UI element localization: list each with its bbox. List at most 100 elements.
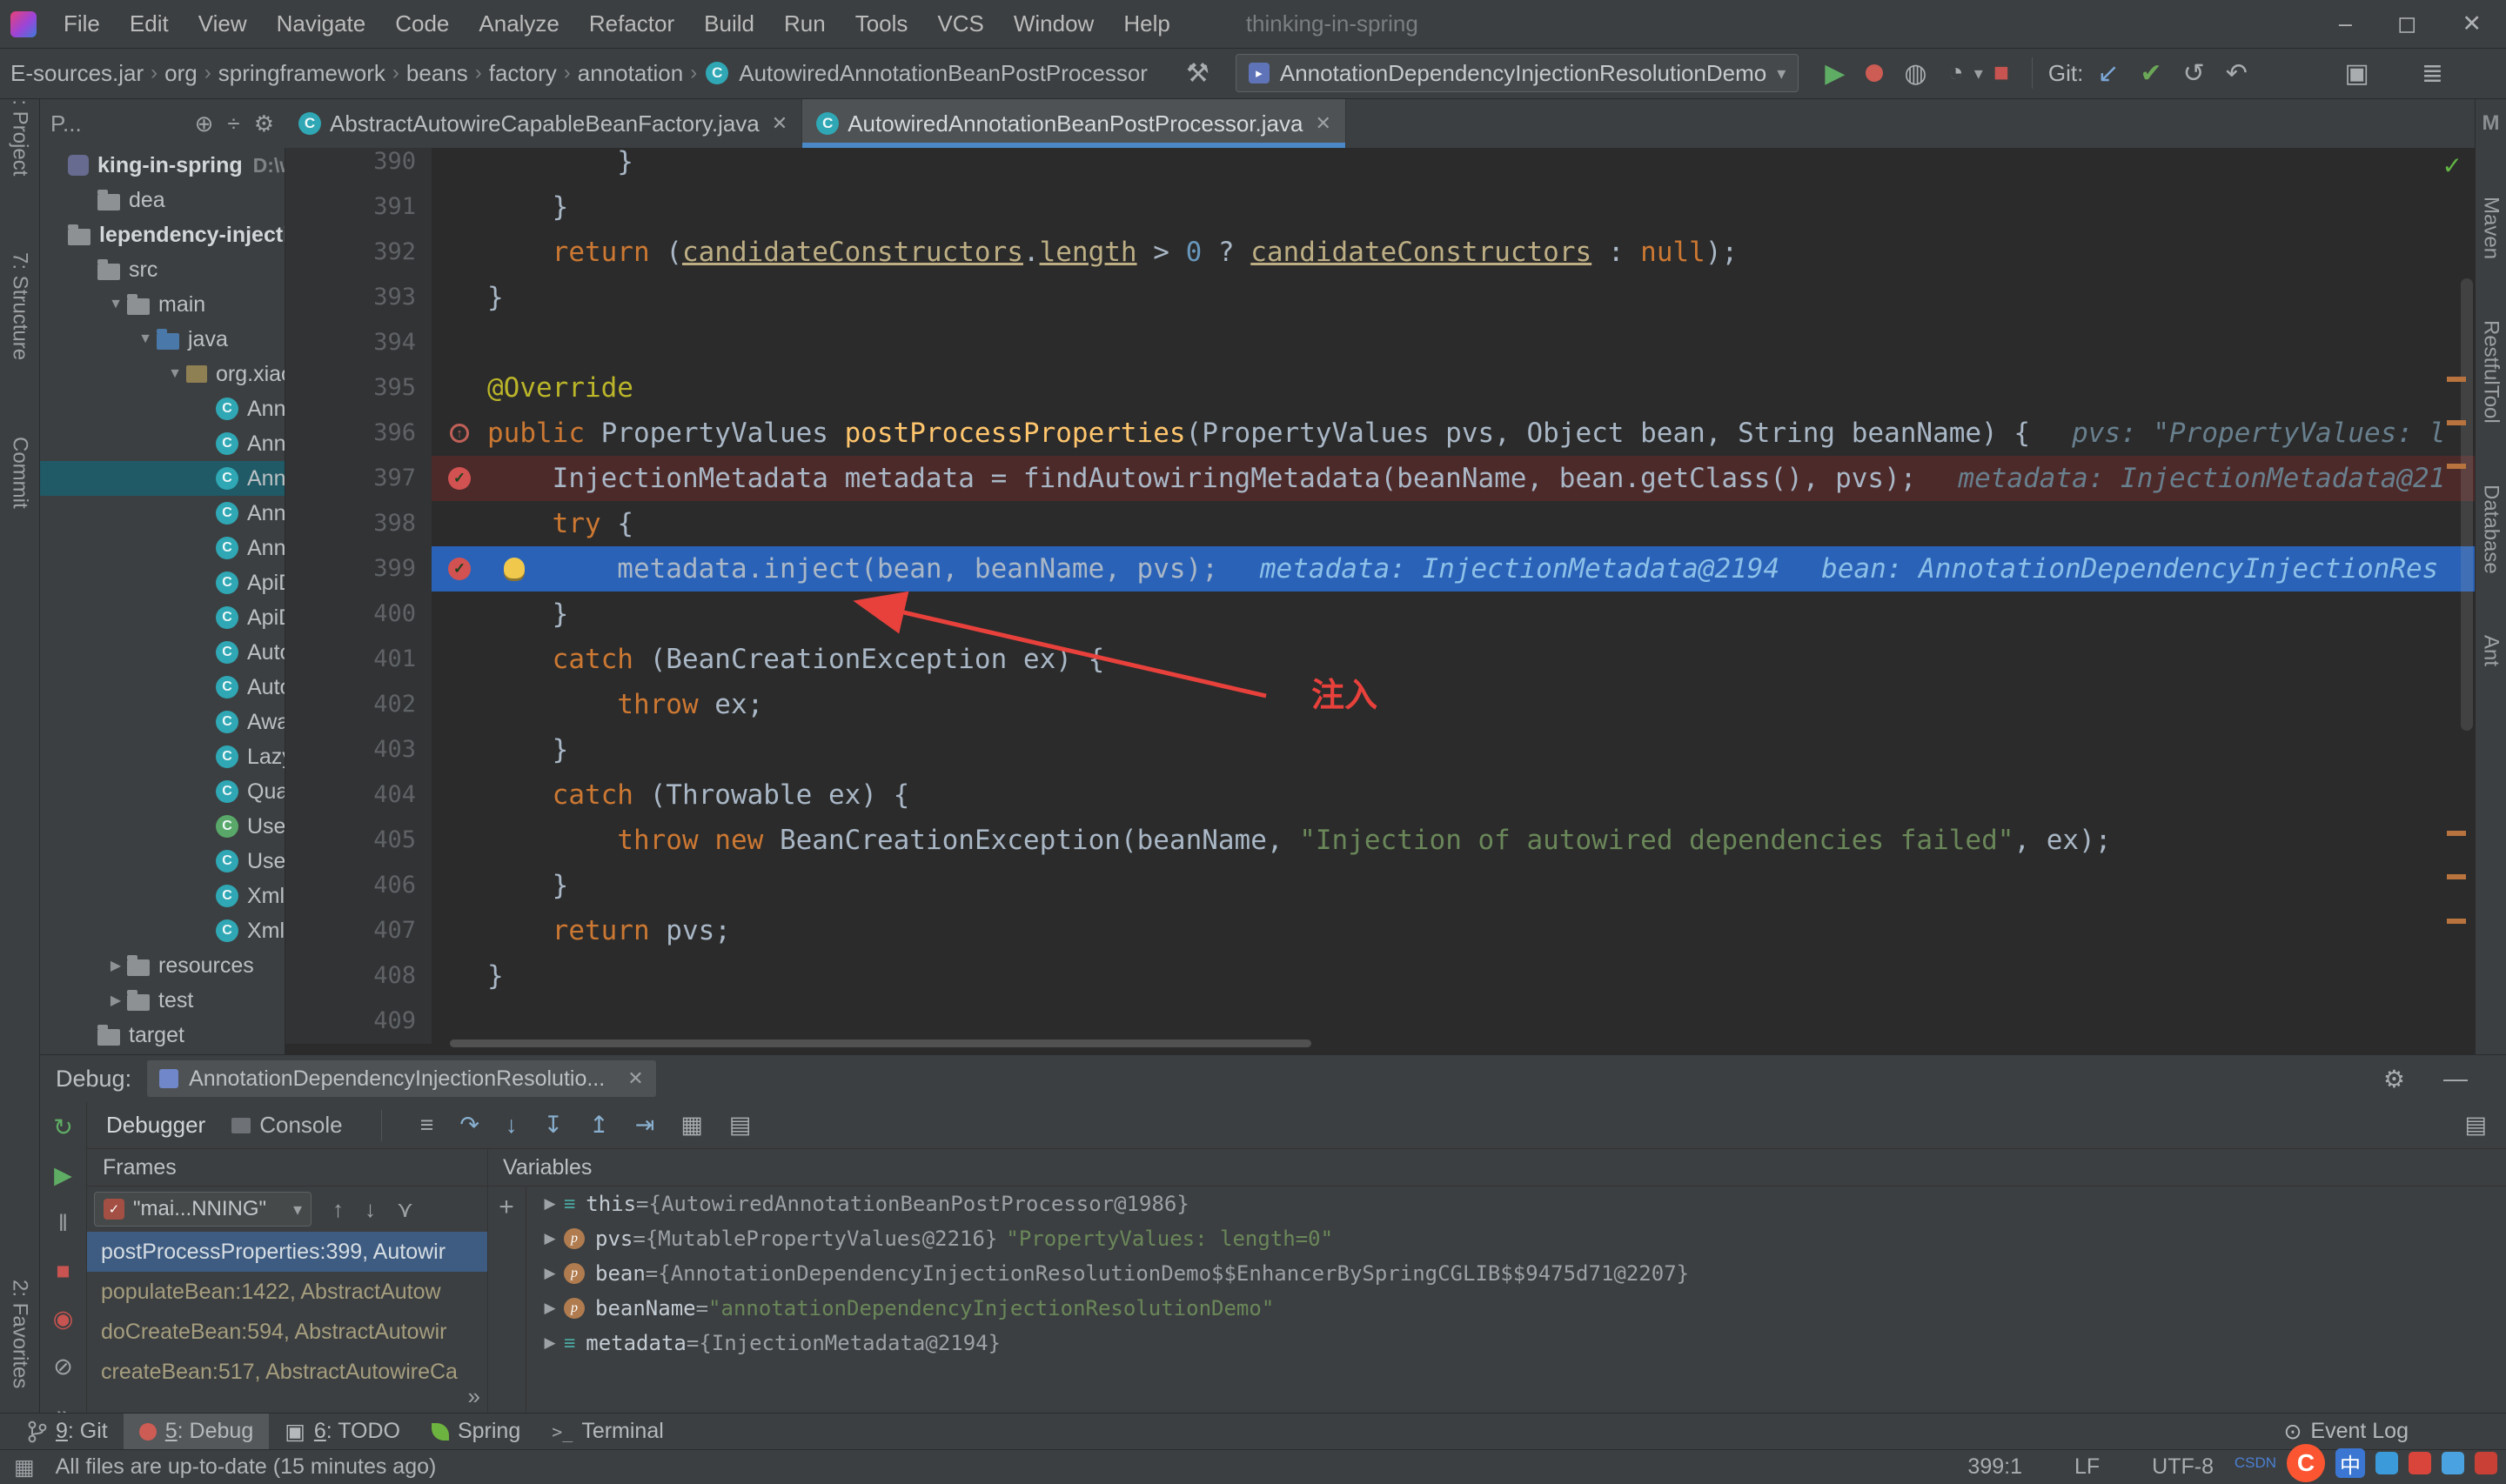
menu-item-navigate[interactable]: Navigate — [262, 0, 381, 48]
code-line[interactable]: 405 throw new BeanCreationException(bean… — [285, 818, 2475, 863]
thread-selector[interactable]: ✓ "mai...NNING" ▾ — [94, 1192, 312, 1227]
tree-item[interactable]: CAnnotati — [40, 496, 285, 531]
chevron-expanded-icon[interactable]: ▼ — [164, 366, 186, 382]
collapse-all-icon[interactable]: ÷ — [227, 110, 239, 137]
breakpoint-icon[interactable]: ✓ — [448, 558, 471, 580]
tree-item[interactable]: target — [40, 1018, 285, 1053]
code-line[interactable]: 401 catch (BeanCreationException ex) { — [285, 637, 2475, 682]
stripe-item-structure[interactable]: 7: Structure — [8, 252, 32, 360]
toolwindow-button-spring[interactable]: Spring — [416, 1414, 536, 1450]
stack-frame[interactable]: populateBean:1422, AbstractAutow — [87, 1272, 487, 1312]
stack-frame[interactable]: postProcessProperties:399, Autowir — [87, 1232, 487, 1272]
caret-position[interactable]: 399:1 — [1967, 1454, 2022, 1480]
editor-tab[interactable]: CAutowiredAnnotationBeanPostProcessor.ja… — [802, 99, 1346, 148]
stripe-item-ant[interactable]: Ant — [2479, 635, 2503, 666]
editor-horizontal-scrollbar[interactable] — [450, 1039, 1311, 1047]
line-number[interactable]: 406 — [285, 863, 432, 908]
editor-tab[interactable]: CAbstractAutowireCapableBeanFactory.java… — [285, 99, 802, 148]
debug-button[interactable] — [1866, 64, 1883, 82]
git-commit-icon[interactable]: ✔ — [2140, 58, 2161, 89]
line-number[interactable]: 398 — [285, 501, 432, 546]
breadcrumb-class[interactable]: AutowiredAnnotationBeanPostProcessor — [735, 60, 1151, 87]
stripe-item-restfultool[interactable]: RestfulTool — [2479, 320, 2503, 424]
menu-item-run[interactable]: Run — [769, 0, 841, 48]
code-line[interactable]: 398 try { — [285, 501, 2475, 546]
line-number[interactable]: 402 — [285, 682, 432, 727]
stripe-item-database[interactable]: Database — [2479, 485, 2503, 574]
breadcrumb-item[interactable]: beans — [403, 60, 472, 87]
tree-item[interactable]: CAwareInt — [40, 705, 285, 739]
profiler-button[interactable]: ◔ — [1948, 58, 1964, 88]
editor-vertical-scrollbar[interactable] — [2461, 278, 2473, 731]
menu-item-tools[interactable]: Tools — [841, 0, 923, 48]
restore-layout-icon[interactable]: ≡ — [420, 1112, 434, 1139]
tree-item[interactable]: CAutowiri — [40, 670, 285, 705]
code-line[interactable]: 407 return pvs; — [285, 908, 2475, 953]
stack-frame[interactable]: doCreateBean:594, AbstractAutowir — [87, 1312, 487, 1352]
variable-row[interactable]: ▶ppvs = {MutablePropertyValues@2216}"Pro… — [526, 1221, 2506, 1256]
line-number[interactable]: 408 — [285, 953, 432, 999]
tree-item[interactable]: CQualifier — [40, 774, 285, 809]
breadcrumb-item[interactable]: E-sources.jar — [7, 60, 147, 87]
code-line[interactable]: 394 — [285, 320, 2475, 365]
expand-chevron-icon[interactable]: ▶ — [536, 1300, 564, 1317]
tree-item[interactable]: CXmlDepe — [40, 913, 285, 948]
code-line[interactable]: 404 catch (Throwable ex) { — [285, 772, 2475, 818]
line-number[interactable]: 401 — [285, 637, 432, 682]
line-number[interactable]: 395 — [285, 365, 432, 411]
breadcrumb-item[interactable]: annotation — [574, 60, 687, 87]
code-line[interactable]: 400 } — [285, 592, 2475, 637]
breadcrumb-item[interactable]: factory — [486, 60, 560, 87]
line-number[interactable]: 390 — [285, 148, 432, 184]
line-number[interactable]: 393 — [285, 275, 432, 320]
tree-item[interactable]: CUserHol — [40, 844, 285, 879]
maximize-window-icon[interactable]: ◻ — [2397, 10, 2416, 37]
line-number[interactable]: 407 — [285, 908, 432, 953]
menu-item-refactor[interactable]: Refactor — [574, 0, 689, 48]
rerun-button[interactable]: ↻ — [53, 1114, 73, 1141]
stop-button[interactable]: ■ — [1993, 58, 2009, 88]
code-line[interactable]: 402 throw ex; — [285, 682, 2475, 727]
tree-item[interactable]: CAnnotati — [40, 461, 285, 496]
frames-more-icon[interactable]: » — [468, 1383, 480, 1410]
code-line[interactable]: 395@Override — [285, 365, 2475, 411]
pause-button[interactable]: ‖ — [58, 1210, 68, 1237]
code-line[interactable]: 390 } — [285, 148, 2475, 184]
debug-session-tab[interactable]: AnnotationDependencyInjectionResolutio..… — [147, 1060, 656, 1097]
menu-item-code[interactable]: Code — [380, 0, 464, 48]
stripe-item-favorites[interactable]: 2: Favorites — [8, 1280, 32, 1388]
breakpoint-icon[interactable]: ✓ — [448, 467, 471, 490]
toolwindow-button-git[interactable]: 9: Git — [12, 1414, 124, 1450]
layout-settings-icon[interactable]: ▤ — [2464, 1112, 2487, 1139]
gear-icon[interactable]: ⚙ — [254, 110, 274, 137]
coverage-button[interactable]: ◍ — [1904, 58, 1926, 89]
tree-item[interactable]: ▶resources — [40, 948, 285, 983]
menu-item-help[interactable]: Help — [1109, 0, 1184, 48]
run-config-selector[interactable]: ▸AnnotationDependencyInjectionResolution… — [1236, 54, 1799, 92]
build-hammer-icon[interactable]: ⚒ — [1186, 58, 1209, 89]
filter-frames-icon[interactable]: ⋎ — [397, 1196, 413, 1223]
step-into-icon[interactable]: ↓ — [506, 1112, 518, 1139]
line-number[interactable]: 405 — [285, 818, 432, 863]
resume-button[interactable]: ▶ — [54, 1162, 72, 1189]
code-line[interactable]: 397✓ InjectionMetadata metadata = findAu… — [285, 456, 2475, 501]
git-update-icon[interactable]: ↙ — [2097, 58, 2119, 89]
toolwindow-button-todo[interactable]: ▣6: TODO — [269, 1414, 416, 1450]
chevron-expanded-icon[interactable]: ▼ — [134, 331, 157, 347]
code-line[interactable]: 399✓ metadata.inject(bean, beanName, pvs… — [285, 546, 2475, 592]
expand-chevron-icon[interactable]: ▶ — [536, 1265, 564, 1282]
git-history-icon[interactable]: ↺ — [2183, 58, 2205, 89]
code-line[interactable]: 396↑public PropertyValues postProcessPro… — [285, 411, 2475, 456]
line-number[interactable]: 399 — [285, 546, 432, 592]
overrides-method-icon[interactable]: ↑ — [450, 424, 469, 443]
view-breakpoints-button[interactable]: ◉ — [53, 1306, 74, 1333]
variable-row[interactable]: ▶pbeanName = "annotationDependencyInject… — [526, 1291, 2506, 1326]
line-number[interactable]: 391 — [285, 184, 432, 230]
line-number[interactable]: 404 — [285, 772, 432, 818]
toolwindow-button-debug[interactable]: 5: Debug — [124, 1414, 269, 1450]
diff-view-icon[interactable]: ▣ — [2345, 58, 2369, 89]
run-button[interactable]: ▶ — [1825, 58, 1845, 89]
menu-item-build[interactable]: Build — [689, 0, 769, 48]
menu-item-view[interactable]: View — [184, 0, 262, 48]
code-line[interactable]: 403 } — [285, 727, 2475, 772]
